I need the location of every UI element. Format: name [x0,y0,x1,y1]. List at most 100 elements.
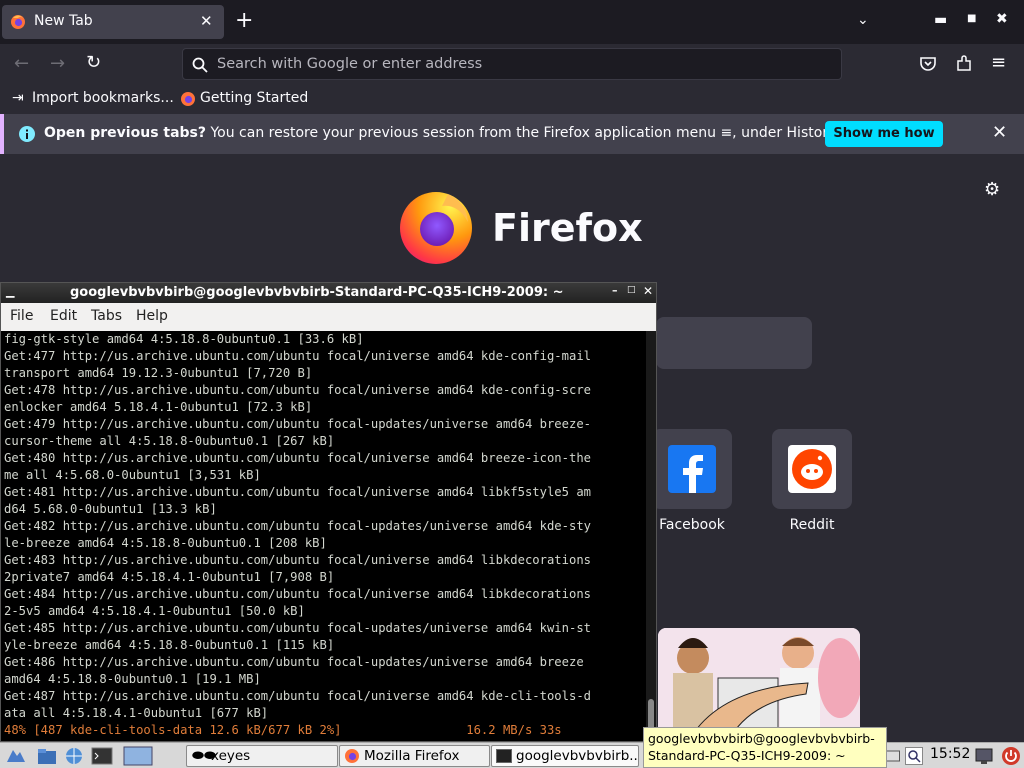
pocket-story-image[interactable] [658,628,860,742]
minimize-icon[interactable]: ▬ [934,12,947,28]
tab-bar: New Tab ✕ + ⌄ ▬ ■ ✖ [0,0,1024,44]
extensions-icon[interactable] [955,55,973,73]
terminal-line: Get:480 http://us.archive.ubuntu.com/ubu… [4,451,591,465]
bookmark-import[interactable]: Import bookmarks... [32,90,174,106]
notice-bold-text: Open previous tabs? [44,125,207,141]
search-icon [192,57,208,73]
import-bookmarks-icon: ⇥ [12,90,24,106]
terminal-line: me all 4:5.68.0-0ubuntu1 [3,531 kB] [4,468,261,482]
terminal-titlebar[interactable]: ▁ googlevbvbvbirb@googlevbvbvbirb-Standa… [1,283,656,303]
show-me-how-button[interactable]: Show me how [825,121,943,147]
new-tab-button[interactable]: + [235,8,253,34]
web-browser-icon[interactable] [64,746,84,766]
back-arrow-icon[interactable]: ← [14,53,29,74]
terminal-line: 2-5v5 amd64 4:5.18.4.1-0ubuntu1 [50.0 kB… [4,604,305,618]
terminal-task-icon [496,749,512,763]
forward-arrow-icon[interactable]: → [50,53,65,74]
terminal-line: cursor-theme all 4:5.18.8-0ubuntu0.1 [26… [4,434,335,448]
shortcut-label-reddit: Reddit [789,517,835,533]
tab-title: New Tab [34,13,93,29]
task-xeyes[interactable]: ⬬⬬ xeyes [186,745,338,767]
terminal-line: Get:482 http://us.archive.ubuntu.com/ubu… [4,519,591,533]
terminal-line: Get:484 http://us.archive.ubuntu.com/ubu… [4,587,591,601]
terminal-line: enlocker amd64 5.18.4.1-0ubuntu1 [72.3 k… [4,400,313,414]
terminal-line: Get:477 http://us.archive.ubuntu.com/ubu… [4,349,591,363]
power-icon[interactable] [1001,746,1021,766]
firefox-wordmark: Firefox [492,206,643,250]
terminal-title: googlevbvbvbirb@googlevbvbvbirb-Standard… [70,285,564,300]
start-menu-icon[interactable] [5,746,27,766]
maximize-icon[interactable]: ■ [967,13,976,24]
notice-text: Open previous tabs? You can restore your… [44,125,839,141]
task-xeyes-label: xeyes [211,748,251,764]
terminal-line: Get:481 http://us.archive.ubuntu.com/ubu… [4,485,591,499]
terminal-line: fig-gtk-style amd64 4:5.18.8-0ubuntu0.1 … [4,332,364,346]
shortcut-facebook[interactable] [652,429,732,509]
menu-file[interactable]: File [10,308,33,324]
menu-help[interactable]: Help [136,308,168,324]
task-firefox-label: Mozilla Firefox [364,748,460,764]
firefox-bookmark-icon [181,92,195,106]
settings-gear-icon[interactable]: ⚙ [984,179,1000,200]
xeyes-icon: ⬬⬬ [192,748,216,764]
terminal-line: transport amd64 19.12.3-0ubuntu1 [7,720 … [4,366,313,380]
close-window-icon[interactable]: ✖ [996,11,1008,27]
menu-tabs[interactable]: Tabs [91,308,122,324]
firefox-logo-icon [400,192,472,264]
address-bar-placeholder: Search with Google or enter address [217,56,483,72]
bookmarks-toolbar: ⇥ Import bookmarks... Getting Started [0,84,1024,114]
app-menu-hamburger-icon[interactable]: ≡ [991,52,1006,73]
tab-new-tab[interactable]: New Tab ✕ [2,5,224,39]
terminal-line: yle-breeze amd64 4:5.18.8-0ubuntu0.1 [11… [4,638,335,652]
notice-body-text: You can restore your previous session fr… [206,125,839,141]
terminal-window[interactable]: ▁ googlevbvbvbirb@googlevbvbvbirb-Standa… [0,282,657,742]
file-manager-icon[interactable] [37,747,57,765]
list-tabs-chevron-icon[interactable]: ⌄ [857,12,869,28]
tray-search-icon[interactable] [905,747,923,765]
terminal-maximize-icon[interactable]: □ [627,285,636,295]
terminal-line: Get:478 http://us.archive.ubuntu.com/ubu… [4,383,591,397]
terminal-close-icon[interactable]: ✕ [643,284,653,298]
newtab-search-box[interactable] [656,317,812,369]
terminal-launcher-icon[interactable] [91,747,113,765]
close-notice-icon[interactable]: ✕ [992,122,1007,143]
terminal-line: amd64 4:5.18.8-0ubuntu0.1 [19.1 MB] [4,672,261,686]
terminal-line: Get:483 http://us.archive.ubuntu.com/ubu… [4,553,591,567]
info-icon [19,126,35,142]
pocket-icon[interactable] [919,55,937,73]
session-restore-notice: Open previous tabs? You can restore your… [0,114,1024,154]
terminal-line: le-breeze amd64 4:5.18.8-0ubuntu0.1 [208… [4,536,327,550]
terminal-progress-line: 48% [487 kde-cli-tools-data 12.6 kB/677 … [4,723,562,737]
terminal-line: d64 5.68.0-0ubuntu1 [13.3 kB] [4,502,217,516]
terminal-line: ata all 4:5.18.4.1-0ubuntu1 [677 kB] [4,706,269,720]
facebook-icon [668,445,716,493]
illustration-image [658,628,860,742]
terminal-line: Get:485 http://us.archive.ubuntu.com/ubu… [4,621,591,635]
terminal-scrollbar[interactable] [646,331,656,737]
bookmark-getting-started[interactable]: Getting Started [200,90,308,106]
task-terminal[interactable]: googlevbvbvbirb... [491,745,639,767]
shortcut-reddit[interactable] [772,429,852,509]
firefox-task-icon [345,749,359,763]
reload-icon[interactable]: ↻ [86,52,101,73]
taskbar-tooltip: googlevbvbvbirb@googlevbvbvbirb-Standard… [643,727,887,768]
terminal-line: Get:486 http://us.archive.ubuntu.com/ubu… [4,655,591,669]
reddit-icon [788,445,836,493]
menu-edit[interactable]: Edit [50,308,77,324]
terminal-menubar: File Edit Tabs Help [1,303,656,331]
address-bar[interactable]: Search with Google or enter address [182,48,842,80]
clock[interactable]: 15:52 [930,746,970,762]
firefox-icon [11,15,25,29]
show-desktop-icon[interactable] [123,746,153,766]
task-firefox[interactable]: Mozilla Firefox [339,745,490,767]
tray-lock-screen-icon[interactable] [975,747,993,765]
navigation-toolbar: ← → ↻ Search with Google or enter addres… [0,44,1024,84]
terminal-line: Get:479 http://us.archive.ubuntu.com/ubu… [4,417,591,431]
terminal-line: Get:487 http://us.archive.ubuntu.com/ubu… [4,689,591,703]
terminal-minimize-icon[interactable]: – [612,284,618,297]
close-tab-icon[interactable]: ✕ [200,12,213,30]
terminal-line: 2private7 amd64 4:5.18.4.1-0ubuntu1 [7,9… [4,570,335,584]
task-terminal-label: googlevbvbvbirb... [516,748,639,764]
terminal-window-menu-icon[interactable]: ▁ [6,285,14,298]
terminal-output[interactable]: fig-gtk-style amd64 4:5.18.8-0ubuntu0.1 … [4,331,644,737]
